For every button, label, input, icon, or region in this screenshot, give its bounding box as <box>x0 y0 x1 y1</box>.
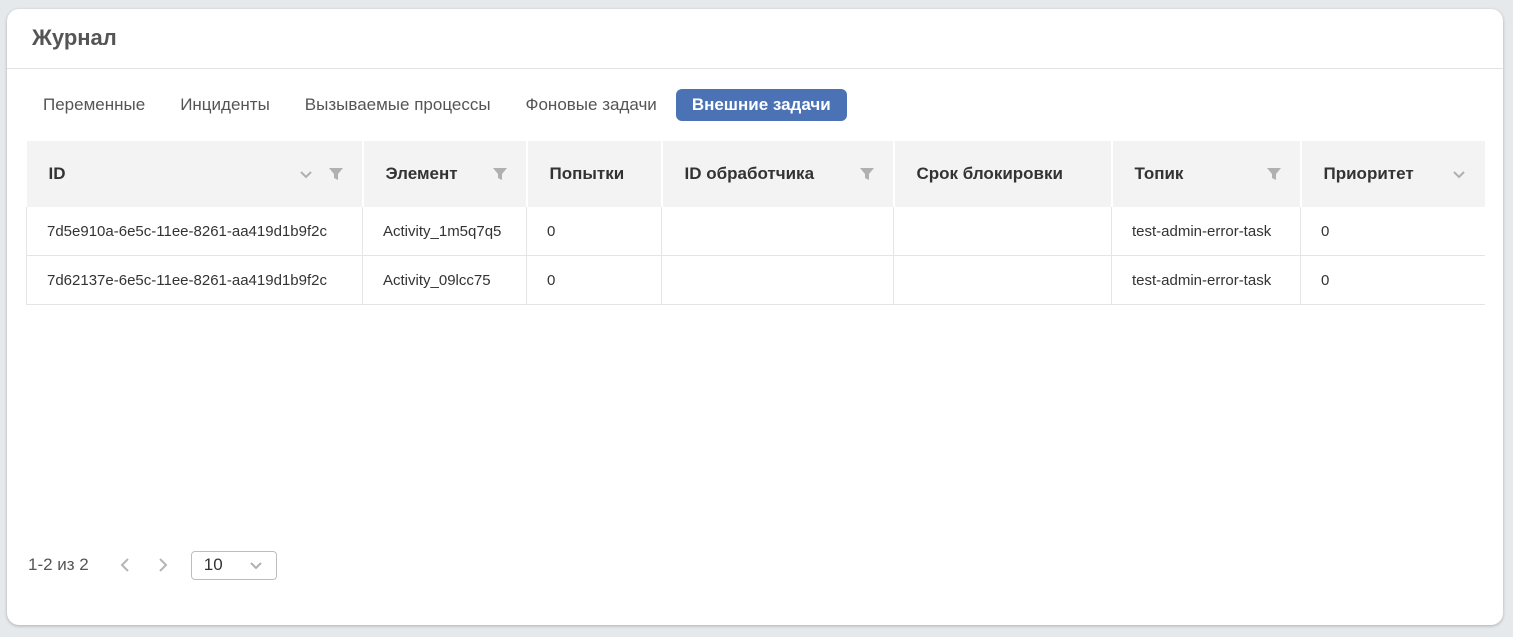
filter-icon[interactable] <box>492 166 508 182</box>
chevron-down-icon[interactable] <box>298 166 314 182</box>
tab-called-processes[interactable]: Вызываемые процессы <box>289 89 507 121</box>
cell-id: 7d5e910a-6e5c-11ee-8261-aa419d1b9f2c <box>26 207 363 256</box>
cell-attempts: 0 <box>526 207 662 256</box>
tab-background-jobs[interactable]: Фоновые задачи <box>510 89 673 121</box>
table-row: 7d5e910a-6e5c-11ee-8261-aa419d1b9f2c Act… <box>26 207 1485 256</box>
cell-lock-expiration <box>893 207 1112 256</box>
title-divider <box>7 68 1503 69</box>
chevron-right-icon[interactable] <box>153 555 173 575</box>
column-header-id[interactable]: ID <box>26 141 364 207</box>
cell-element-link[interactable]: Activity_1m5q7q5 <box>362 207 527 256</box>
column-header-priority[interactable]: Приоритет <box>1300 141 1485 207</box>
page-title: Журнал <box>32 25 117 50</box>
cell-topic: test-admin-error-task <box>1111 207 1301 256</box>
column-header-topic[interactable]: Топик <box>1111 141 1302 207</box>
table-header-row: ID Элемент Попытки ID обработчика Срок б… <box>26 141 1485 207</box>
cell-priority: 0 <box>1300 255 1485 305</box>
column-label: Срок блокировки <box>916 164 1063 183</box>
column-label: Приоритет <box>1323 164 1414 183</box>
page-size-select[interactable]: 10 <box>190 550 277 580</box>
chevron-down-icon[interactable] <box>1451 166 1467 182</box>
tab-bar: Переменные Инциденты Вызываемые процессы… <box>27 89 850 121</box>
pagination-range: 1-2 из 2 <box>28 555 89 574</box>
column-header-element[interactable]: Элемент <box>362 141 528 207</box>
cell-attempts: 0 <box>526 255 662 305</box>
tab-external-tasks[interactable]: Внешние задачи <box>675 89 847 121</box>
cell-lock-expiration <box>893 255 1112 305</box>
cell-topic: test-admin-error-task <box>1111 255 1301 305</box>
column-header-worker-id[interactable]: ID обработчика <box>661 141 895 207</box>
filter-icon[interactable] <box>859 166 875 182</box>
cell-id: 7d62137e-6e5c-11ee-8261-aa419d1b9f2c <box>26 255 363 305</box>
tab-variables[interactable]: Переменные <box>27 89 161 121</box>
column-label: Попытки <box>549 164 625 183</box>
cell-worker-id <box>661 255 894 305</box>
cell-element-link[interactable]: Activity_09lcc75 <box>362 255 527 305</box>
pagination: 1-2 из 2 10 <box>28 549 277 581</box>
chevron-left-icon[interactable] <box>115 555 135 575</box>
column-label: Элемент <box>385 164 458 183</box>
filter-icon[interactable] <box>1266 166 1282 182</box>
column-label: ID обработчика <box>684 164 815 183</box>
page-size-value: 10 <box>203 555 223 574</box>
column-header-lock-expiration[interactable]: Срок блокировки <box>893 141 1113 207</box>
table-row: 7d62137e-6e5c-11ee-8261-aa419d1b9f2c Act… <box>26 255 1485 305</box>
external-tasks-table: ID Элемент Попытки ID обработчика Срок б… <box>26 141 1485 305</box>
column-label: ID <box>48 164 66 183</box>
journal-card: Журнал Переменные Инциденты Вызываемые п… <box>7 9 1503 625</box>
chevron-down-icon <box>248 557 264 573</box>
tab-incidents[interactable]: Инциденты <box>164 89 286 121</box>
cell-priority: 0 <box>1300 207 1485 256</box>
cell-worker-id <box>661 207 894 256</box>
filter-icon[interactable] <box>328 166 344 182</box>
column-header-attempts[interactable]: Попытки <box>526 141 663 207</box>
column-label: Топик <box>1134 164 1184 183</box>
